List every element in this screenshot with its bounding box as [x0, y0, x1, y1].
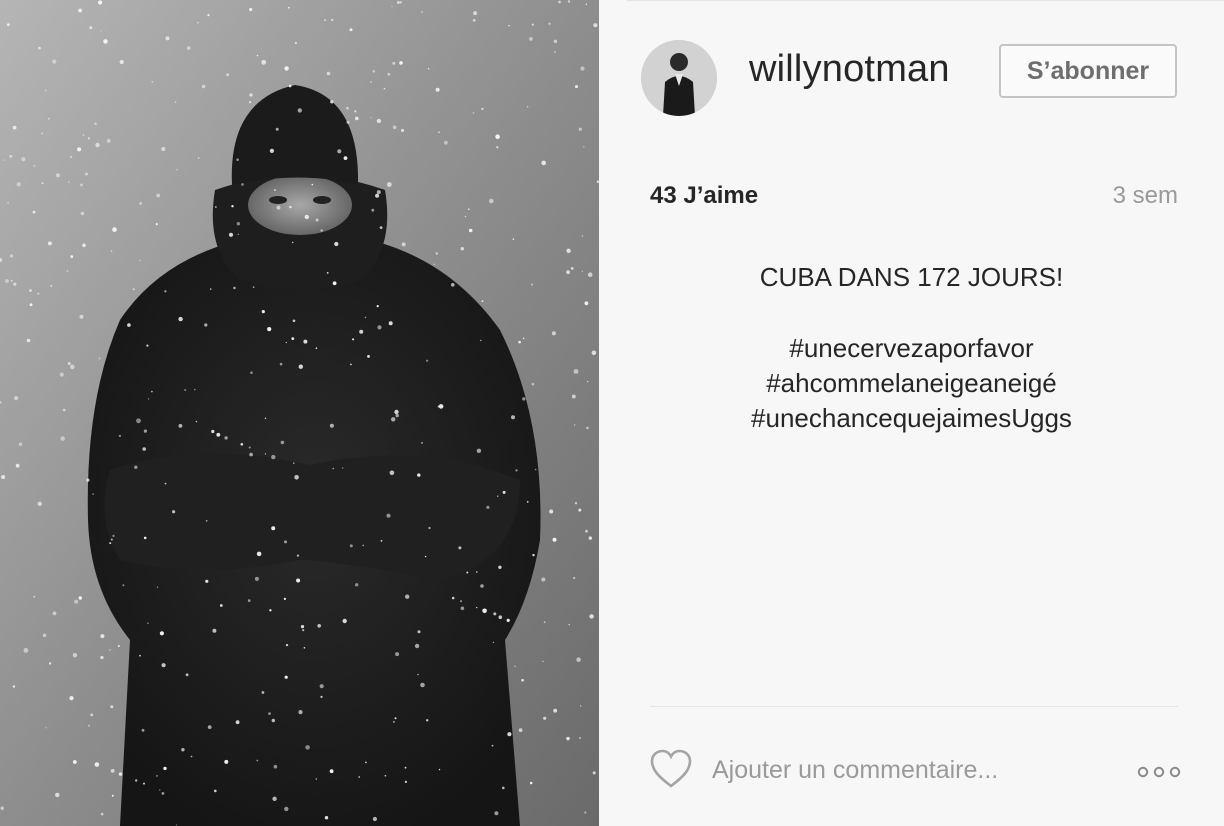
footer-divider — [650, 706, 1178, 707]
post-age[interactable]: 3 sem — [1113, 182, 1178, 210]
hashtag-link[interactable]: #ahcommelaneigeaneigé — [639, 366, 1184, 401]
follow-button[interactable]: S’abonner — [999, 44, 1177, 98]
post-details-panel: willynotman S’abonner 43 J’aime 3 sem CU… — [599, 0, 1224, 826]
top-divider — [627, 0, 1224, 1]
more-options-icon[interactable] — [1135, 762, 1183, 782]
comment-input[interactable] — [712, 750, 1132, 790]
hashtag-link[interactable]: #unechancequejaimesUggs — [639, 401, 1184, 436]
like-count[interactable]: 43 J’aime — [650, 182, 758, 210]
caption-hashtags: #unecervezaporfavor #ahcommelaneigeaneig… — [639, 331, 1184, 436]
post-photo — [0, 0, 599, 826]
username[interactable]: willynotman — [749, 48, 950, 91]
hashtag-link[interactable]: #unecervezaporfavor — [639, 331, 1184, 366]
profile-avatar[interactable] — [641, 40, 717, 116]
heart-icon[interactable] — [649, 748, 693, 790]
caption-title: CUBA DANS 172 JOURS! — [759, 262, 1064, 292]
